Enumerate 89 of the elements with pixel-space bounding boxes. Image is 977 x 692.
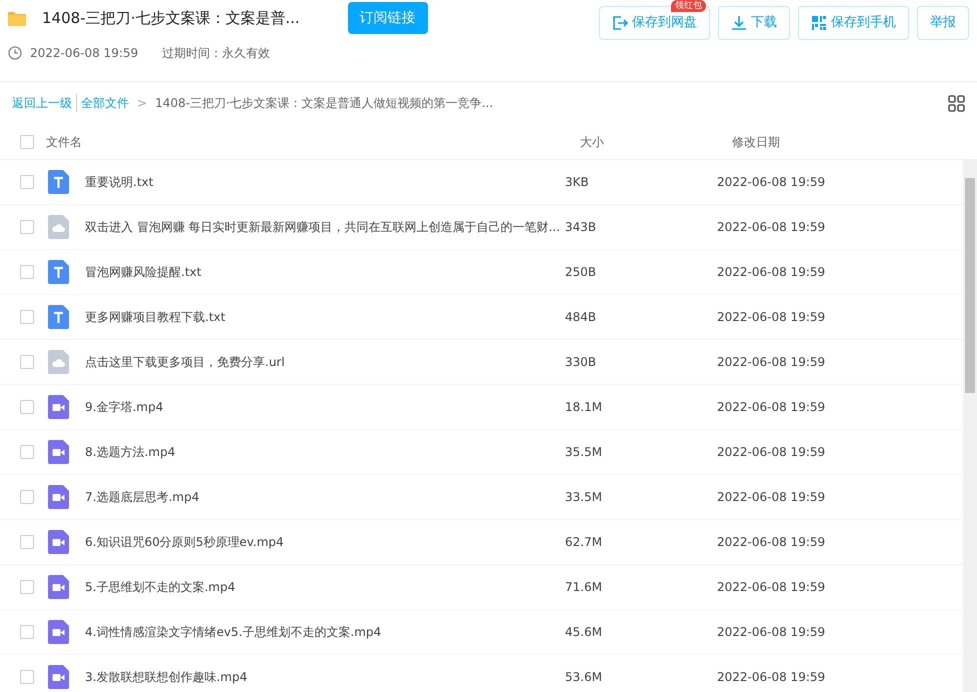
- file-date: 2022-06-08 19:59: [717, 535, 826, 549]
- row-checkbox[interactable]: [20, 355, 34, 369]
- video-file-icon: [48, 665, 69, 689]
- file-size: 250B: [565, 265, 596, 279]
- text-file-icon: [48, 260, 69, 284]
- file-size: 330B: [565, 355, 596, 369]
- row-checkbox[interactable]: [20, 220, 34, 234]
- column-header: 修改日期: [732, 134, 780, 148]
- save-icon: [612, 15, 628, 31]
- folder-icon: [8, 10, 26, 26]
- file-name[interactable]: 点击这里下载更多项目，免费分享.url: [85, 353, 285, 371]
- file-row[interactable]: 更多网赚项目教程下载.txt 484B 2022-06-08 19:59: [0, 295, 963, 340]
- row-checkbox[interactable]: [20, 490, 34, 504]
- file-name[interactable]: 7.选题底层思考.mp4: [85, 488, 200, 506]
- file-name[interactable]: 3.发散联想联想创作趣味.mp4: [85, 668, 248, 686]
- file-name[interactable]: 冒泡网赚风险提醒.txt: [85, 263, 202, 281]
- scrollbar[interactable]: [963, 160, 977, 692]
- video-file-icon: [48, 620, 69, 644]
- file-size: 343B: [565, 220, 596, 234]
- file-date: 2022-06-08 19:59: [717, 265, 826, 279]
- file-size: 53.6M: [565, 670, 602, 684]
- grid-view-icon[interactable]: [948, 94, 965, 112]
- video-file-icon: [48, 440, 69, 464]
- file-row[interactable]: 重要说明.txt 3KB 2022-06-08 19:59: [0, 160, 963, 205]
- video-file-icon: [48, 530, 69, 554]
- file-row[interactable]: 7.选题底层思考.mp4 33.5M 2022-06-08 19:59: [0, 475, 963, 520]
- clock-icon: [8, 46, 22, 60]
- file-size: 3KB: [565, 175, 589, 189]
- file-row[interactable]: 5.子思维划不走的文案.mp4 71.6M 2022-06-08 19:59: [0, 565, 963, 610]
- file-row[interactable]: 6.知识诅咒60分原则5秒原理ev.mp4 62.7M 2022-06-08 19:59: [0, 520, 963, 565]
- file-row[interactable]: 8.选题方法.mp4 35.5M 2022-06-08 19:59: [0, 430, 963, 475]
- file-row[interactable]: 4.词性情感渲染文字情绪ev5.子思维划不走的文案.mp4 45.6M 2022-06-08 19:59: [0, 610, 963, 655]
- column-header: 大小: [580, 134, 604, 148]
- file-date: 2022-06-08 19:59: [717, 220, 826, 234]
- row-checkbox[interactable]: [20, 175, 34, 189]
- qr-code-icon: [811, 15, 827, 31]
- file-size: 45.6M: [565, 625, 602, 639]
- video-file-icon: [48, 395, 69, 419]
- file-name[interactable]: 双击进入 冒泡网赚 每日实时更新最新网赚项目，共同在互联网上创造属于自己的一笔财...: [85, 218, 560, 236]
- file-date: 2022-06-08 19:59: [717, 580, 826, 594]
- file-name[interactable]: 重要说明.txt: [85, 173, 154, 191]
- cloud-file-icon: [48, 350, 69, 374]
- row-checkbox[interactable]: [20, 445, 34, 459]
- file-size: 33.5M: [565, 490, 602, 504]
- select-all-checkbox[interactable]: [20, 134, 34, 148]
- file-date: 2022-06-08 19:59: [717, 625, 826, 639]
- cloud-file-icon: [48, 215, 69, 239]
- file-row[interactable]: 点击这里下载更多项目，免费分享.url 330B 2022-06-08 19:59: [0, 340, 963, 385]
- row-checkbox[interactable]: [20, 265, 34, 279]
- file-row[interactable]: 冒泡网赚风险提醒.txt 250B 2022-06-08 19:59: [0, 250, 963, 295]
- text-file-icon: [48, 170, 69, 194]
- promo-badge: 领红包: [671, 0, 706, 12]
- file-row[interactable]: 双击进入 冒泡网赚 每日实时更新最新网赚项目，共同在互联网上创造属于自己的一笔财... 343B 2022-06-08 19:59: [0, 205, 963, 250]
- file-date: 2022-06-08 19:59: [717, 490, 826, 504]
- video-file-icon: [48, 485, 69, 509]
- file-date: 2022-06-08 19:59: [717, 445, 826, 459]
- text-file-icon: [48, 305, 69, 329]
- file-name[interactable]: 4.词性情感渲染文字情绪ev5.子思维划不走的文案.mp4: [85, 623, 382, 641]
- row-checkbox[interactable]: [20, 580, 34, 594]
- file-row[interactable]: 3.发散联想联想创作趣味.mp4 53.6M 2022-06-08 19:59: [0, 655, 963, 692]
- file-size: 484B: [565, 310, 596, 324]
- row-checkbox[interactable]: [20, 535, 34, 549]
- download-icon: [731, 15, 747, 31]
- file-row[interactable]: 9.金字塔.mp4 18.1M 2022-06-08 19:59: [0, 385, 963, 430]
- file-name[interactable]: 5.子思维划不走的文案.mp4: [85, 578, 236, 596]
- share-title: 1408-三把刀·七步文案课：文案是普...: [42, 8, 300, 29]
- file-size: 35.5M: [565, 445, 602, 459]
- file-size: 62.7M: [565, 535, 602, 549]
- row-checkbox[interactable]: [20, 625, 34, 639]
- current-folder: 1408-三把刀·七步文案课：文案是普通人做短视频的第一竞争...: [155, 95, 494, 112]
- column-header: 文件名: [46, 134, 82, 148]
- expiry-text: 过期时间：永久有效: [162, 45, 270, 62]
- file-date: 2022-06-08 19:59: [717, 355, 826, 369]
- row-checkbox[interactable]: [20, 310, 34, 324]
- share-date: 2022-06-08 19:59: [30, 45, 138, 62]
- row-checkbox[interactable]: [20, 400, 34, 414]
- file-name[interactable]: 8.选题方法.mp4: [85, 443, 176, 461]
- file-date: 2022-06-08 19:59: [717, 670, 826, 684]
- file-size: 18.1M: [565, 400, 602, 414]
- file-name[interactable]: 6.知识诅咒60分原则5秒原理ev.mp4: [85, 533, 284, 551]
- file-date: 2022-06-08 19:59: [717, 400, 826, 414]
- row-checkbox[interactable]: [20, 670, 34, 684]
- file-name[interactable]: 9.金字塔.mp4: [85, 398, 164, 416]
- video-file-icon: [48, 575, 69, 599]
- file-name[interactable]: 更多网赚项目教程下载.txt: [85, 308, 226, 326]
- file-size: 71.6M: [565, 580, 602, 594]
- breadcrumb-separator: >: [137, 95, 148, 112]
- file-date: 2022-06-08 19:59: [717, 310, 826, 324]
- file-date: 2022-06-08 19:59: [717, 175, 826, 189]
